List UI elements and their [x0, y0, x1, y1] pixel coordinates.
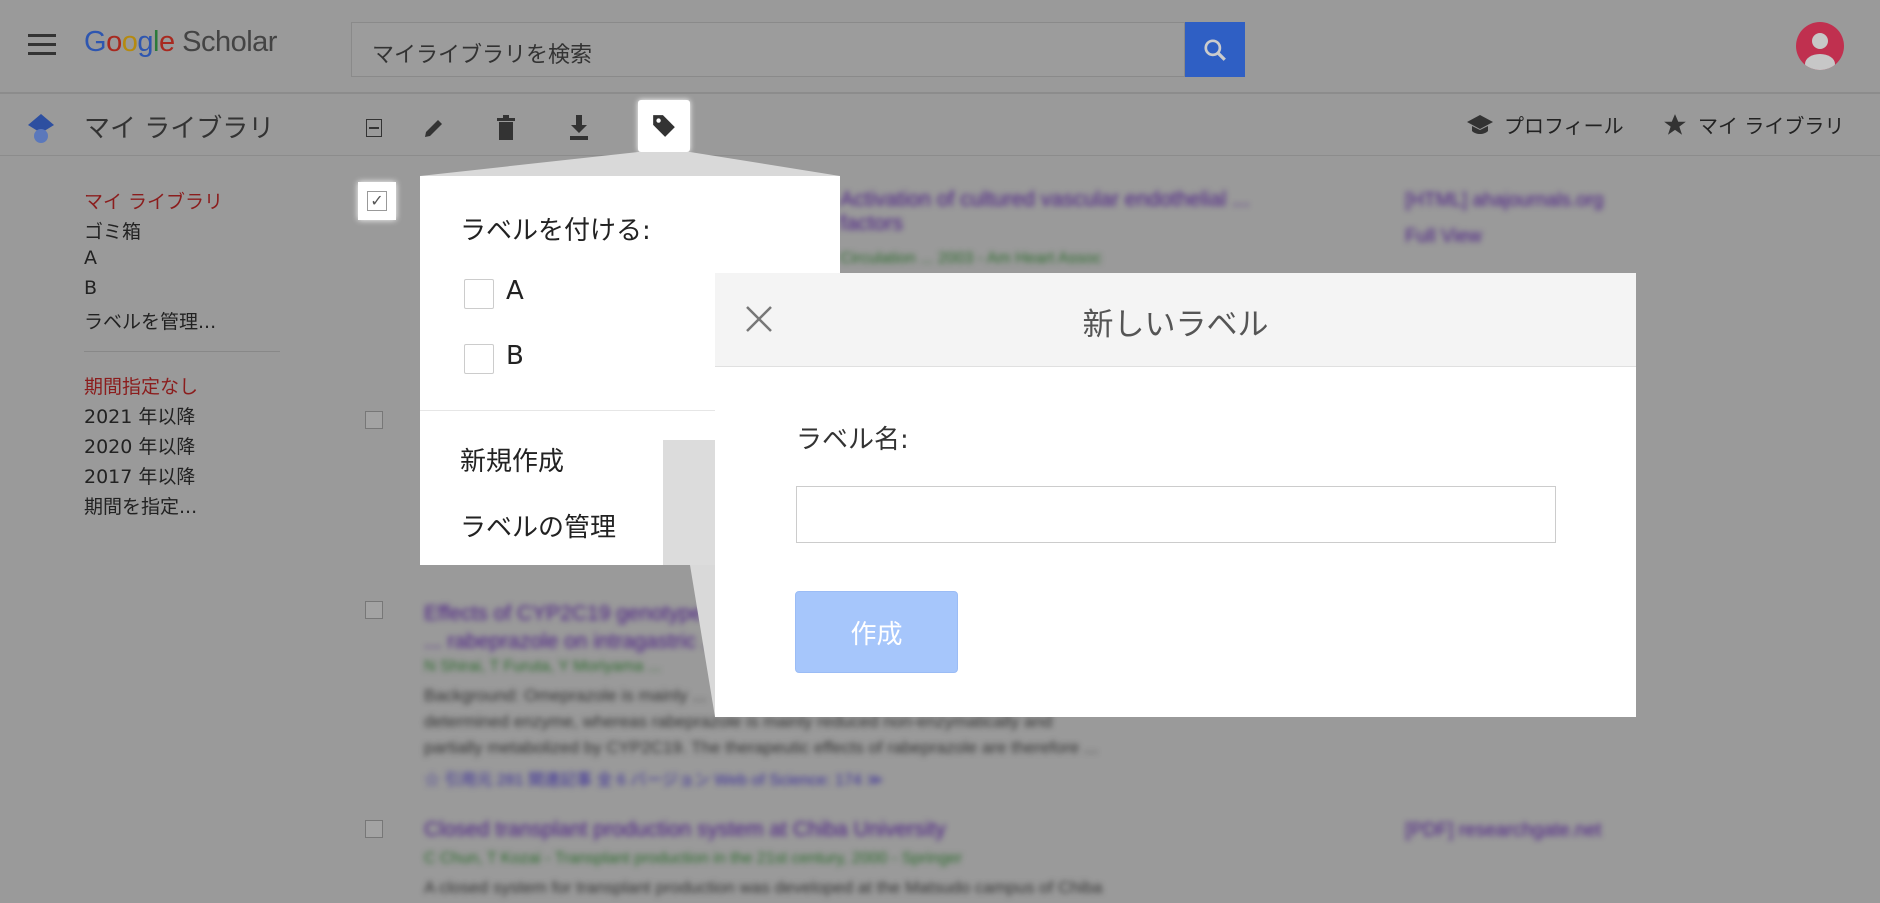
menu-heading: ラベルを付ける:	[460, 216, 651, 246]
label-name-input[interactable]	[796, 486, 1556, 543]
new-label-dialog: 新しいラベル ラベル名: 作成	[715, 273, 1636, 717]
create-button[interactable]: 作成	[795, 591, 958, 673]
manage-labels-menu-item[interactable]: ラベルの管理	[460, 507, 616, 544]
label-b-checkbox[interactable]	[464, 344, 494, 374]
callout-connector	[663, 440, 715, 565]
create-label-menu-item[interactable]: 新規作成	[460, 441, 564, 478]
label-b-option[interactable]: B	[506, 341, 524, 371]
label-name-label: ラベル名:	[796, 425, 909, 455]
label-a-option[interactable]: A	[506, 276, 524, 306]
dialog-title: 新しいラベル	[1082, 307, 1269, 343]
label-a-checkbox[interactable]	[464, 279, 494, 309]
